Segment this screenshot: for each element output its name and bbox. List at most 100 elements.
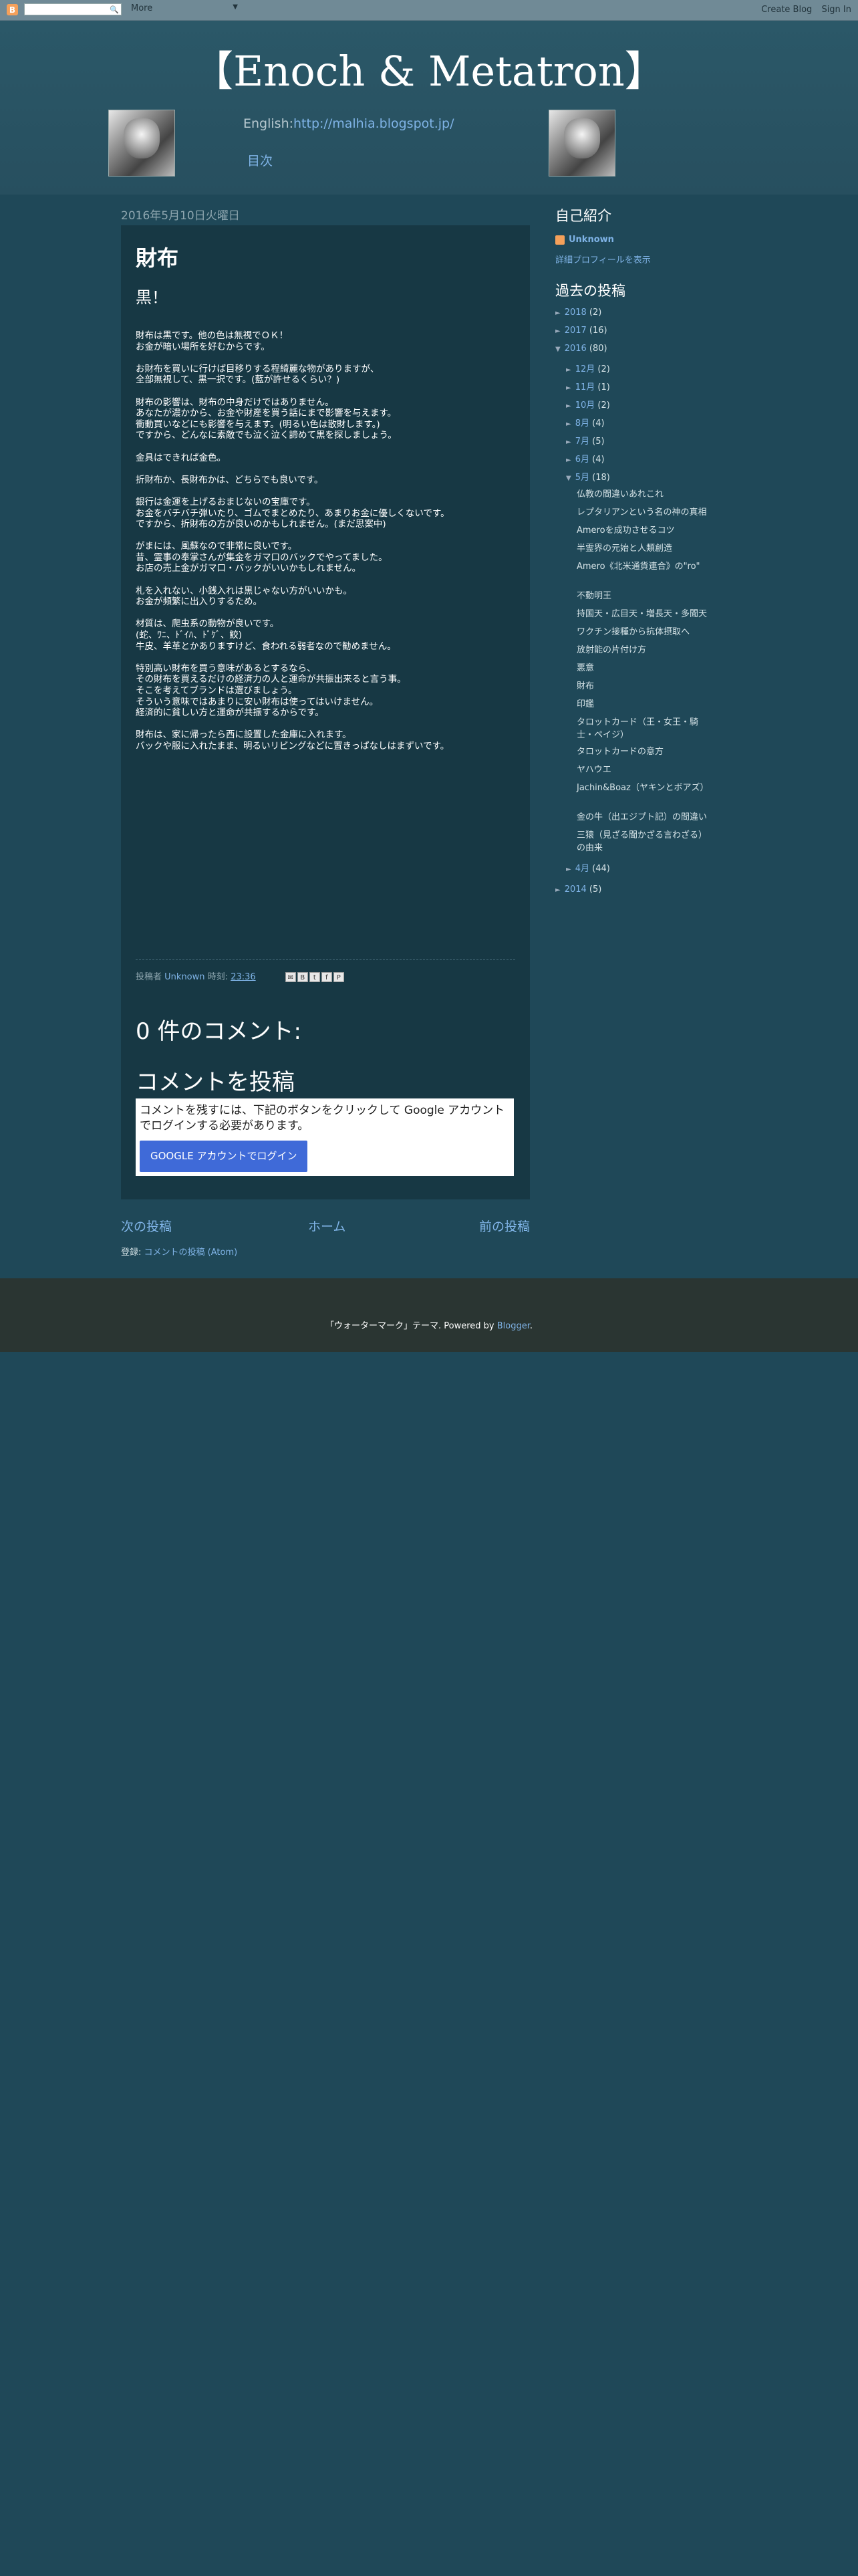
- english-label: English:: [243, 116, 294, 131]
- archive-post-link[interactable]: 持国天・広目天・増長天・多聞天: [577, 606, 710, 619]
- home-link[interactable]: ホーム: [308, 1217, 345, 1235]
- archive-link[interactable]: 2017: [565, 326, 587, 336]
- blogger-link[interactable]: Blogger: [497, 1321, 530, 1331]
- archive-link[interactable]: 5月: [575, 473, 589, 483]
- english-blog-link[interactable]: http://malhia.blogspot.jp/: [293, 116, 454, 131]
- archive-count: (2): [586, 308, 602, 318]
- email-share-icon[interactable]: ✉: [285, 972, 296, 982]
- archive-count: (44): [589, 864, 610, 874]
- post-line: 昔、霊事の奉掌さんが集金をガマ口のバックでやってました。: [136, 552, 388, 563]
- pinterest-share-icon[interactable]: P: [333, 972, 344, 982]
- triangle-right-icon[interactable]: ►: [566, 421, 571, 428]
- atom-feed-link[interactable]: コメントの投稿 (Atom): [144, 1248, 238, 1258]
- post-container: 財布 黒！ 財布は黒です。他の色は無視でＯＫ！ お金が暗い場所を好むからです。 お財…: [121, 225, 530, 1199]
- post-paragraph: 折財布か、長財布かは、どちらでも良いです。: [136, 475, 515, 486]
- post-line: バックや服に入れたまま、明るいリビングなどに置きっぱなしはまずいです。: [136, 740, 450, 751]
- comment-login-notice: コメントを残すには、下記のボタンをクリックして Google アカウントでログイ…: [140, 1104, 505, 1133]
- comment-form: コメントを残すには、下記のボタンをクリックして Google アカウントでログイ…: [136, 1098, 514, 1176]
- search-icon[interactable]: 🔍: [110, 5, 119, 14]
- more-dropdown[interactable]: More ▼: [131, 3, 238, 15]
- share-buttons: ✉ Bt f P: [285, 972, 345, 982]
- archive-post-link[interactable]: 金の牛（出エジプト記）の間違い: [577, 810, 710, 822]
- archive-post-link[interactable]: 財布: [577, 679, 710, 691]
- google-login-button[interactable]: GOOGLE アカウントでログイン: [140, 1141, 308, 1172]
- triangle-right-icon[interactable]: ►: [566, 402, 571, 410]
- archive-post-link[interactable]: ワクチン接種から抗体摂取へ: [577, 624, 710, 637]
- triangle-down-icon[interactable]: ▼: [566, 475, 571, 482]
- post-line: 全部無視して、黒一択です。(藍が許せるくらい？): [136, 374, 340, 386]
- archive-post-link[interactable]: Ameroを成功させるコツ: [577, 523, 710, 536]
- archive-link[interactable]: 7月: [575, 437, 589, 447]
- archive-link[interactable]: 10月: [575, 400, 595, 411]
- archive-post-link[interactable]: レプタリアンという名の神の真相: [577, 505, 710, 517]
- archive-post-link[interactable]: 不動明王: [577, 588, 710, 601]
- archive-post-link[interactable]: Jachin&Boaz（ヤキンとボアズ）: [577, 780, 710, 793]
- archive-link[interactable]: 2014: [565, 885, 587, 895]
- post-body: 財布は黒です。他の色は無視でＯＫ！ お金が暗い場所を好むからです。 お財布を買いに行…: [136, 330, 515, 752]
- archive-item: ► 7月 (5): [566, 434, 605, 447]
- archive-item: ► 12月 (2): [566, 362, 610, 374]
- twitter-share-icon[interactable]: t: [309, 972, 320, 982]
- archive-post-link[interactable]: タロットカード（王・女王・騎士・ペイジ）: [577, 715, 710, 740]
- blog-this-icon[interactable]: B: [297, 972, 308, 982]
- blog-title[interactable]: 【Enoch & Metatron】: [0, 37, 858, 98]
- triangle-down-icon[interactable]: ▼: [555, 346, 561, 353]
- archive-item: ► 11月 (1): [566, 380, 610, 392]
- archive-post-link[interactable]: 放射能の片付け方: [577, 642, 710, 655]
- author-link[interactable]: Unknown: [164, 972, 204, 982]
- post-line: お金が暗い場所を好むからです。: [136, 341, 270, 352]
- view-profile-link[interactable]: 詳細プロフィールを表示: [555, 255, 651, 265]
- post-paragraph: がまには、風蘇なので非常に良いです。 昔、霊事の奉掌さんが集金をガマ口のバックでや…: [136, 541, 515, 574]
- post-paragraph: 銀行は金運を上げるおまじないの宝庫です。 お金をバチバチ弾いたり、ゴムでまとめたり…: [136, 497, 515, 530]
- archive-post-link[interactable]: タロットカードの意方: [577, 744, 710, 757]
- archive-link[interactable]: 8月: [575, 419, 589, 429]
- archive-post-link[interactable]: 三猿（見ざる聞かざる言わざる）の由来: [577, 828, 710, 853]
- archive-item: ► 10月 (2): [566, 398, 610, 411]
- post-paragraph: 財布は黒です。他の色は無視でＯＫ！ お金が暗い場所を好むからです。: [136, 330, 515, 352]
- archive-link[interactable]: 4月: [575, 864, 589, 874]
- triangle-right-icon[interactable]: ►: [555, 887, 561, 894]
- triangle-right-icon[interactable]: ►: [566, 384, 571, 392]
- archive-post-link[interactable]: 悪意: [577, 661, 710, 673]
- statue-face-icon: [124, 118, 160, 158]
- archive-link[interactable]: 11月: [575, 382, 595, 392]
- archive-post-link[interactable]: 仏教の間違いあれこれ: [577, 487, 710, 499]
- post-line: 財布は黒です。他の色は無視でＯＫ！: [136, 330, 289, 341]
- archive-item: ► 2018 (2): [555, 308, 601, 318]
- post-line: お店の売上金がガマ口・バックがいいかもしれません。: [136, 563, 362, 574]
- post-paragraph: 金具はできれば金色。: [136, 453, 515, 464]
- archive-item: ► 2017 (16): [555, 326, 607, 336]
- profile-name-link[interactable]: Unknown: [569, 235, 614, 245]
- table-of-contents-link[interactable]: 目次: [247, 151, 273, 169]
- blog-search-input[interactable]: 🔍: [24, 3, 122, 15]
- archive-post-link[interactable]: ヤハウエ: [577, 762, 710, 775]
- archive-link[interactable]: 6月: [575, 455, 589, 465]
- post-line: 財布の影響は、財布の中身だけではありません。: [136, 396, 334, 408]
- navbar-right-links: Create Blog Sign In: [754, 5, 851, 15]
- archive-link[interactable]: 12月: [575, 364, 595, 374]
- newer-post-link[interactable]: 次の投稿: [121, 1217, 172, 1235]
- archive-post-link[interactable]: Amero《北米通貨連合》の"ro": [577, 559, 710, 572]
- facebook-share-icon[interactable]: f: [321, 972, 332, 982]
- blogger-logo-icon[interactable]: B: [7, 4, 18, 15]
- archive-count: (2): [595, 400, 610, 411]
- triangle-right-icon[interactable]: ►: [566, 866, 571, 873]
- archive-link[interactable]: 2016: [565, 344, 587, 354]
- archive-link[interactable]: 2018: [565, 308, 587, 318]
- create-blog-link[interactable]: Create Blog: [761, 5, 812, 15]
- theme-text: 「ウォーターマーク」テーマ. Powered by: [325, 1321, 494, 1331]
- sign-in-link[interactable]: Sign In: [821, 5, 851, 15]
- archive-item: ▼ 2016 (80): [555, 344, 607, 354]
- triangle-right-icon[interactable]: ►: [566, 457, 571, 464]
- post-date: 2016年5月10日火曜日: [121, 209, 240, 223]
- archive-post-link[interactable]: 半霊界の元始と人類創造: [577, 541, 710, 554]
- post-comment-heading: コメントを投稿: [136, 1069, 295, 1096]
- triangle-right-icon[interactable]: ►: [555, 328, 561, 335]
- older-post-link[interactable]: 前の投稿: [479, 1217, 530, 1235]
- triangle-right-icon[interactable]: ►: [566, 439, 571, 446]
- triangle-right-icon[interactable]: ►: [555, 310, 561, 317]
- post-permalink[interactable]: 23:36: [231, 972, 255, 982]
- archive-count: (2): [595, 364, 610, 374]
- archive-post-link[interactable]: 印鑑: [577, 697, 710, 709]
- triangle-right-icon[interactable]: ►: [566, 366, 571, 374]
